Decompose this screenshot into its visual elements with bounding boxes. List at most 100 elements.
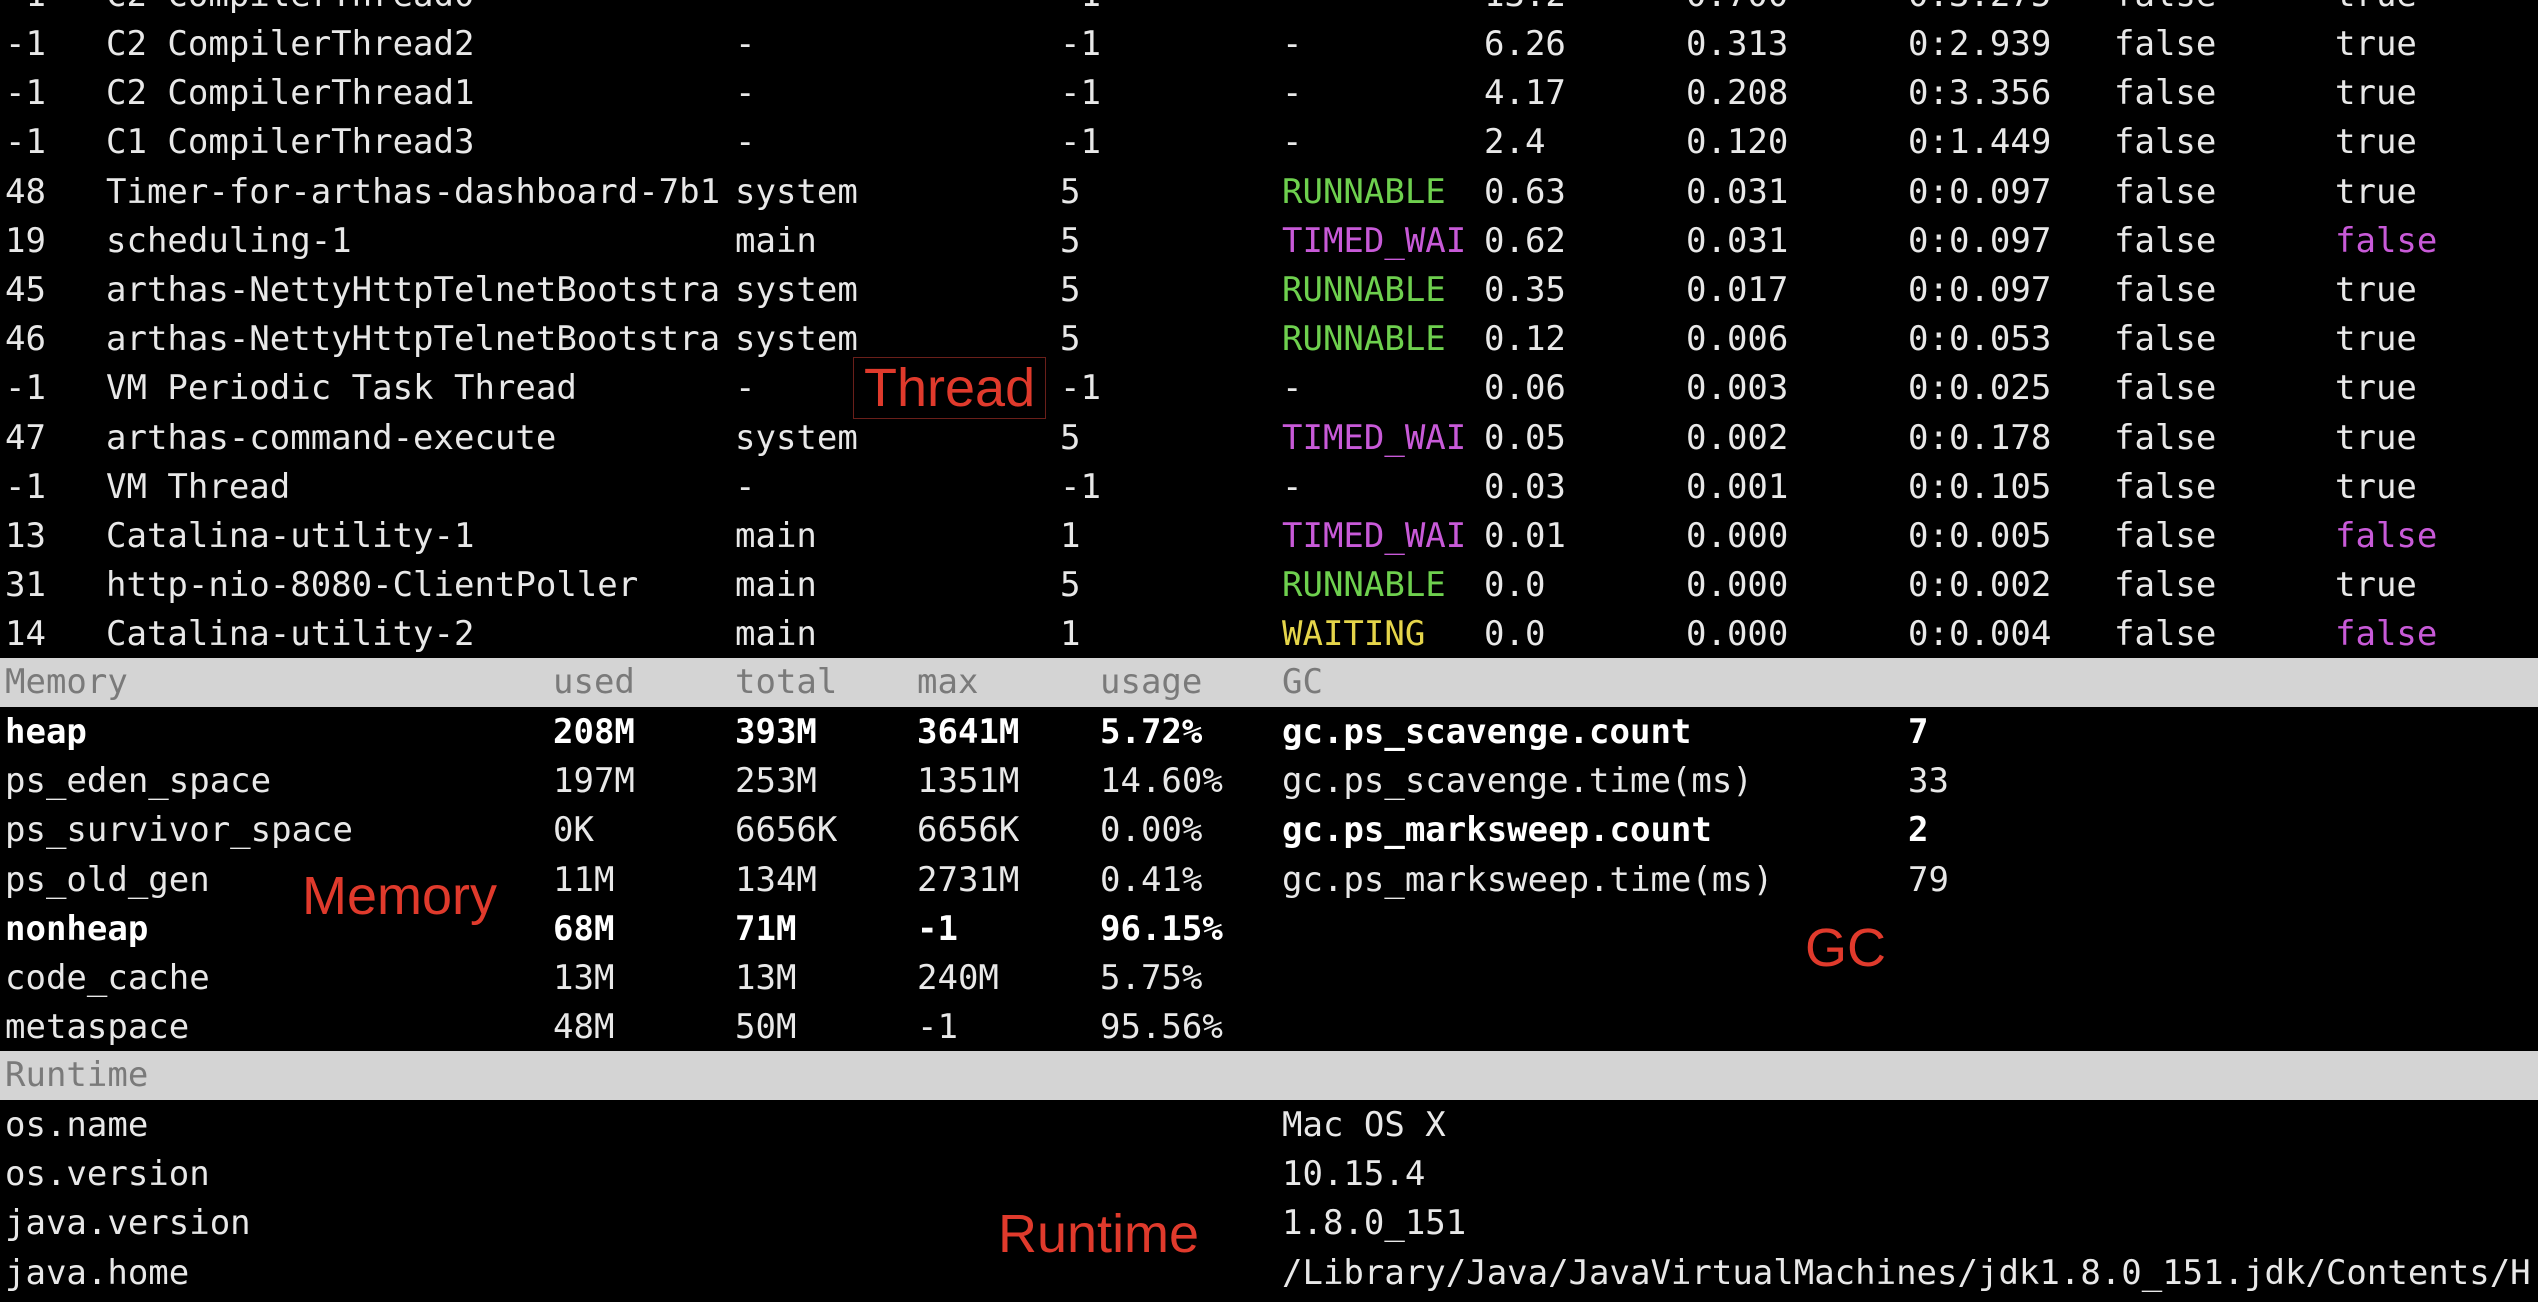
thread-state: TIMED_WAI xyxy=(1282,516,1467,556)
thread-cpu: 0.12 xyxy=(1484,319,1566,360)
runtime-row: java.home/Library/Java/JavaVirtualMachin… xyxy=(0,1249,2538,1298)
thread-daemon: true xyxy=(2335,466,2417,507)
memory-used: 48M xyxy=(553,1007,615,1048)
memory-total: 71M xyxy=(735,908,797,949)
thread-priority: -1 xyxy=(1060,0,1101,20)
thread-name: Catalina-utility-2 xyxy=(106,614,475,655)
thread-row: 19 scheduling-1 main 5 TIMED_WAI 0.62 0.031 0:0… xyxy=(0,217,2538,266)
thread-id: 31 xyxy=(5,565,46,606)
used-header: used xyxy=(553,662,635,702)
thread-delta: 0.120 xyxy=(1686,122,1789,163)
gc-name: gc.ps_marksweep.count xyxy=(1282,810,1712,851)
thread-name: VM Thread xyxy=(106,466,291,507)
thread-annotation: Thread xyxy=(853,357,1047,419)
thread-id: 46 xyxy=(5,319,46,360)
thread-id: -1 xyxy=(5,122,46,163)
gc-header-label: GC xyxy=(1282,662,1323,702)
thread-priority: 5 xyxy=(1060,319,1081,360)
thread-priority: -1 xyxy=(1060,466,1101,507)
runtime-value: 1.8.0_151 xyxy=(1282,1203,1467,1244)
memory-max: -1 xyxy=(917,1007,958,1048)
memory-usage: 95.56% xyxy=(1100,1007,1223,1048)
thread-name: C1 CompilerThread3 xyxy=(106,122,475,163)
runtime-header-label: Runtime xyxy=(5,1055,149,1095)
runtime-name: os.version xyxy=(5,1154,210,1195)
thread-group: - xyxy=(735,0,755,20)
thread-cpu: 0.62 xyxy=(1484,220,1566,261)
thread-id: 47 xyxy=(5,417,46,458)
thread-daemon: true xyxy=(2335,171,2417,212)
thread-row: 14 Catalina-utility-2 main 1 WAITING 0.0 0.000… xyxy=(0,610,2538,659)
thread-daemon: false xyxy=(2335,516,2438,556)
thread-daemon: true xyxy=(2335,73,2417,114)
gc-name: gc.ps_scavenge.time(ms) xyxy=(1282,761,1753,802)
runtime-row: os.version 10.15.4 xyxy=(0,1150,2538,1199)
thread-daemon: true xyxy=(2335,368,2417,409)
thread-delta: 0.017 xyxy=(1686,270,1789,310)
runtime-row: java.version 1.8.0_151 xyxy=(0,1199,2538,1248)
total-header: total xyxy=(735,662,838,702)
thread-name: arthas-command-execute xyxy=(106,417,557,458)
memory-name: nonheap xyxy=(5,908,149,949)
thread-daemon: false xyxy=(2335,220,2438,261)
thread-row-partial: -1 C2 CompilerThread0 - -1 - 13.2 0.700 … xyxy=(0,0,2538,20)
gc-row: gc.ps_marksweep.count 2 xyxy=(0,806,2538,855)
thread-priority: 5 xyxy=(1060,417,1081,458)
gc-row: gc.ps_scavenge.time(ms) 33 xyxy=(0,757,2538,806)
thread-interrupted: false xyxy=(2114,368,2217,409)
thread-group: system xyxy=(735,417,858,458)
thread-priority: 5 xyxy=(1060,565,1081,606)
thread-delta: 0.031 xyxy=(1686,171,1789,212)
thread-interrupted: false xyxy=(2114,220,2217,261)
thread-cpu: 0.0 xyxy=(1484,614,1546,655)
thread-group: - xyxy=(735,122,756,163)
thread-time: 0:0.178 xyxy=(1908,417,2052,458)
thread-cpu: 0.0 xyxy=(1484,565,1546,606)
thread-delta: 0.006 xyxy=(1686,319,1789,360)
gc-name: gc.ps_scavenge.count xyxy=(1282,712,1692,752)
thread-row: -1 C2 CompilerThread1 - -1 - 4.17 0.208 0:3.356… xyxy=(0,69,2538,118)
thread-row: 47 arthas-command-execute system 5 TIMED_WAI… xyxy=(0,414,2538,463)
runtime-name: java.version xyxy=(5,1203,251,1244)
thread-time: 0:0.097 xyxy=(1908,220,2052,261)
thread-state: RUNNABLE xyxy=(1282,565,1446,606)
thread-time: 0:0.025 xyxy=(1908,368,2052,409)
thread-cpu: 0.05 xyxy=(1484,417,1566,458)
memory-gc-header: Memory used total max usage GC xyxy=(0,658,2538,707)
thread-interrupted: false xyxy=(2114,73,2217,114)
thread-interrupted: false xyxy=(2114,466,2217,507)
thread-interrupted: false xyxy=(2114,516,2217,556)
gc-name: gc.ps_marksweep.time(ms) xyxy=(1282,859,1774,900)
thread-cpu: 2.4 xyxy=(1484,122,1546,163)
thread-time: 0:0.053 xyxy=(1908,319,2052,360)
thread-cpu: 0.06 xyxy=(1484,368,1566,409)
thread-priority: 1 xyxy=(1060,614,1081,655)
thread-interrupted: false xyxy=(2114,319,2217,360)
memory-max: 240M xyxy=(917,958,999,998)
thread-interrupted: false xyxy=(2114,0,2216,20)
thread-interrupted: false xyxy=(2114,24,2217,64)
thread-id: -1 xyxy=(5,466,46,507)
thread-delta: 0.031 xyxy=(1686,220,1789,261)
thread-name: scheduling-1 xyxy=(106,220,352,261)
thread-row: 45 arthas-NettyHttpTelnetBootstra system 5 R… xyxy=(0,266,2538,315)
runtime-value: Mac OS X xyxy=(1282,1105,1446,1145)
thread-delta: 0.000 xyxy=(1686,565,1789,606)
thread-delta: 0.003 xyxy=(1686,368,1789,409)
thread-daemon: true xyxy=(2335,270,2417,310)
thread-daemon: false xyxy=(2335,614,2438,655)
thread-id: -1 xyxy=(5,368,46,409)
thread-time: 0:1.449 xyxy=(1908,122,2052,163)
thread-state: TIMED_WAI xyxy=(1282,417,1467,458)
thread-priority: 1 xyxy=(1060,516,1081,556)
thread-group: main xyxy=(735,565,817,606)
memory-total: 50M xyxy=(735,1007,797,1048)
thread-delta: 0.002 xyxy=(1686,417,1789,458)
thread-delta: 0.000 xyxy=(1686,614,1789,655)
thread-state: TIMED_WAI xyxy=(1282,220,1467,261)
thread-priority: -1 xyxy=(1060,122,1101,163)
memory-annotation: Memory xyxy=(302,866,498,926)
thread-priority: -1 xyxy=(1060,368,1101,409)
thread-cpu: 6.26 xyxy=(1484,24,1566,64)
thread-group: - xyxy=(735,24,756,64)
